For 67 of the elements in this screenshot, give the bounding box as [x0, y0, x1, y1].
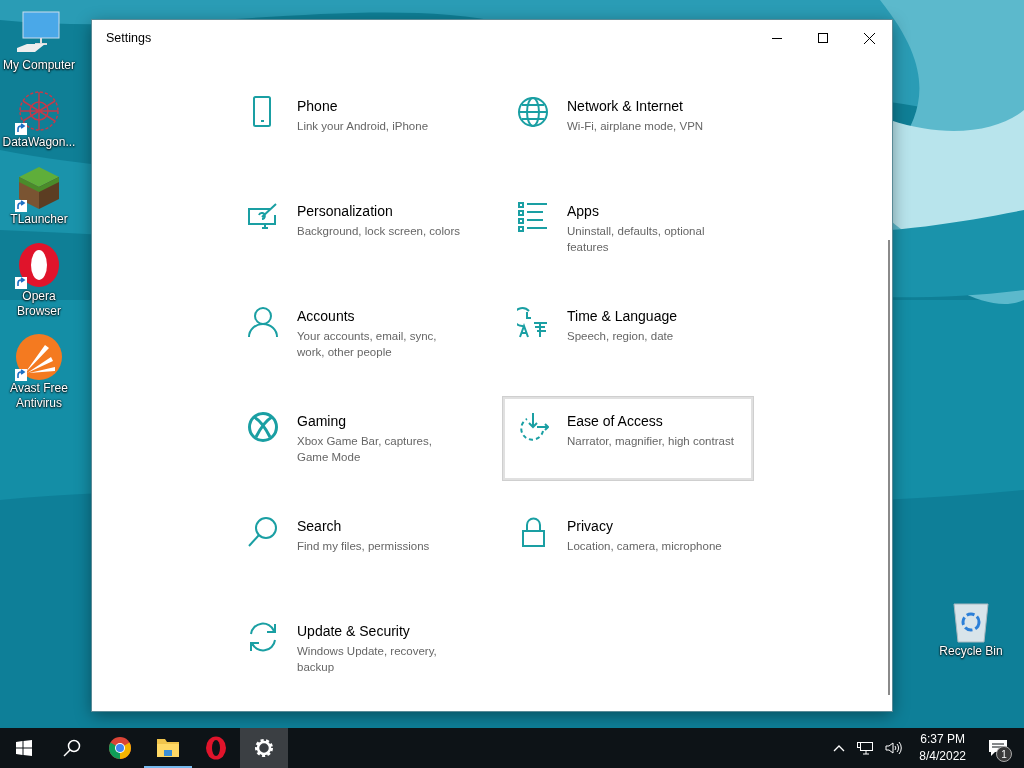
desktop-icon-label[interactable]: DataWagon...	[2, 135, 76, 150]
category-title: Ease of Access	[567, 413, 664, 429]
action-center-button[interactable]: 1	[980, 728, 1016, 768]
clock-arrow-icon	[517, 411, 549, 443]
category-title: Accounts	[297, 308, 356, 324]
opera-icon	[205, 736, 227, 760]
monitor-icon	[857, 741, 874, 755]
desktop-icon-label[interactable]: Recycle Bin	[939, 644, 1003, 659]
category-title: Update & Security	[297, 623, 411, 639]
clock-letters-icon	[517, 306, 549, 338]
desktop-icon-label[interactable]: Avast Free Antivirus	[1, 381, 77, 411]
notification-count: 1	[996, 746, 1012, 762]
category-title: Personalization	[297, 203, 394, 219]
settings-category[interactable]: Ease of Access Narrator, magnifier, high contrast	[503, 397, 753, 480]
settings-category[interactable]: Gaming Xbox Game Bar, captures, Game Mode	[233, 397, 503, 480]
category-title: Time & Language	[567, 308, 678, 324]
settings-category[interactable]: Network & Internet Wi-Fi, airplane mode, VPN	[503, 82, 753, 165]
settings-category[interactable]: Privacy Location, camera, microphone	[503, 502, 753, 585]
person-icon	[247, 306, 279, 338]
category-description: Uninstall, defaults, optional features	[567, 224, 706, 255]
windows-logo-icon	[16, 740, 32, 756]
category-description: Location, camera, microphone	[567, 539, 723, 554]
category-description: Link your Android, iPhone	[297, 119, 430, 134]
search-icon	[63, 739, 81, 757]
category-description: Speech, region, date	[567, 329, 675, 344]
category-title: Privacy	[567, 518, 614, 534]
category-description: Find my files, permissions	[297, 539, 431, 554]
search-icon	[247, 516, 279, 548]
settings-category[interactable]: Search Find my files, permissions	[233, 502, 503, 585]
category-title: Gaming	[297, 413, 348, 429]
xbox-icon	[247, 411, 279, 443]
caret-up-icon	[833, 744, 846, 752]
desktop-icon-label[interactable]: TLauncher	[10, 212, 68, 227]
desktop-icon-label[interactable]: My Computer	[3, 58, 75, 73]
category-description: Background, lock screen, colors	[297, 224, 461, 239]
recycle-bin-icon	[951, 600, 991, 644]
category-title: Search	[297, 518, 343, 534]
settings-category[interactable]: Apps Uninstall, defaults, optional features	[503, 187, 753, 270]
clock-button[interactable]: 6:37 PM 8/4/2022	[911, 731, 974, 765]
settings-category[interactable]: Accounts Your accounts, email, sync, work, other people	[233, 292, 503, 375]
avast-icon	[15, 333, 63, 381]
settings-category[interactable]: Time & Language Speech, region, date	[503, 292, 753, 375]
category-title: Apps	[567, 203, 600, 219]
scrollbar[interactable]	[888, 240, 890, 695]
category-title: Network & Internet	[567, 98, 684, 114]
settings-category[interactable]: Update & Security Windows Update, recovery, backup	[233, 607, 503, 690]
category-description: Windows Update, recovery, backup	[297, 644, 438, 675]
settings-icon	[254, 738, 274, 758]
globe-icon	[517, 96, 549, 128]
category-title: Phone	[297, 98, 339, 114]
chrome-icon	[108, 736, 132, 760]
settings-category[interactable]: Personalization Background, lock screen, colors	[233, 187, 503, 270]
list-icon	[517, 201, 549, 233]
speaker-icon	[885, 741, 903, 755]
category-description: Your accounts, email, sync, work, other people	[297, 329, 438, 360]
taskbar-button[interactable]	[240, 728, 288, 768]
folder-icon	[156, 737, 180, 759]
settings-category[interactable]: Phone Link your Android, iPhone	[233, 82, 503, 165]
category-description: Wi-Fi, airplane mode, VPN	[567, 119, 705, 134]
sync-icon	[247, 621, 279, 653]
category-description: Xbox Game Bar, captures, Game Mode	[297, 434, 433, 465]
window-title: Settings	[105, 31, 153, 45]
maximize-icon	[818, 33, 828, 43]
desktop-icon-label[interactable]: Opera Browser	[1, 289, 77, 319]
category-description: Narrator, magnifier, high contrast	[567, 434, 735, 449]
minimize-icon	[772, 37, 782, 39]
close-icon	[863, 32, 875, 44]
